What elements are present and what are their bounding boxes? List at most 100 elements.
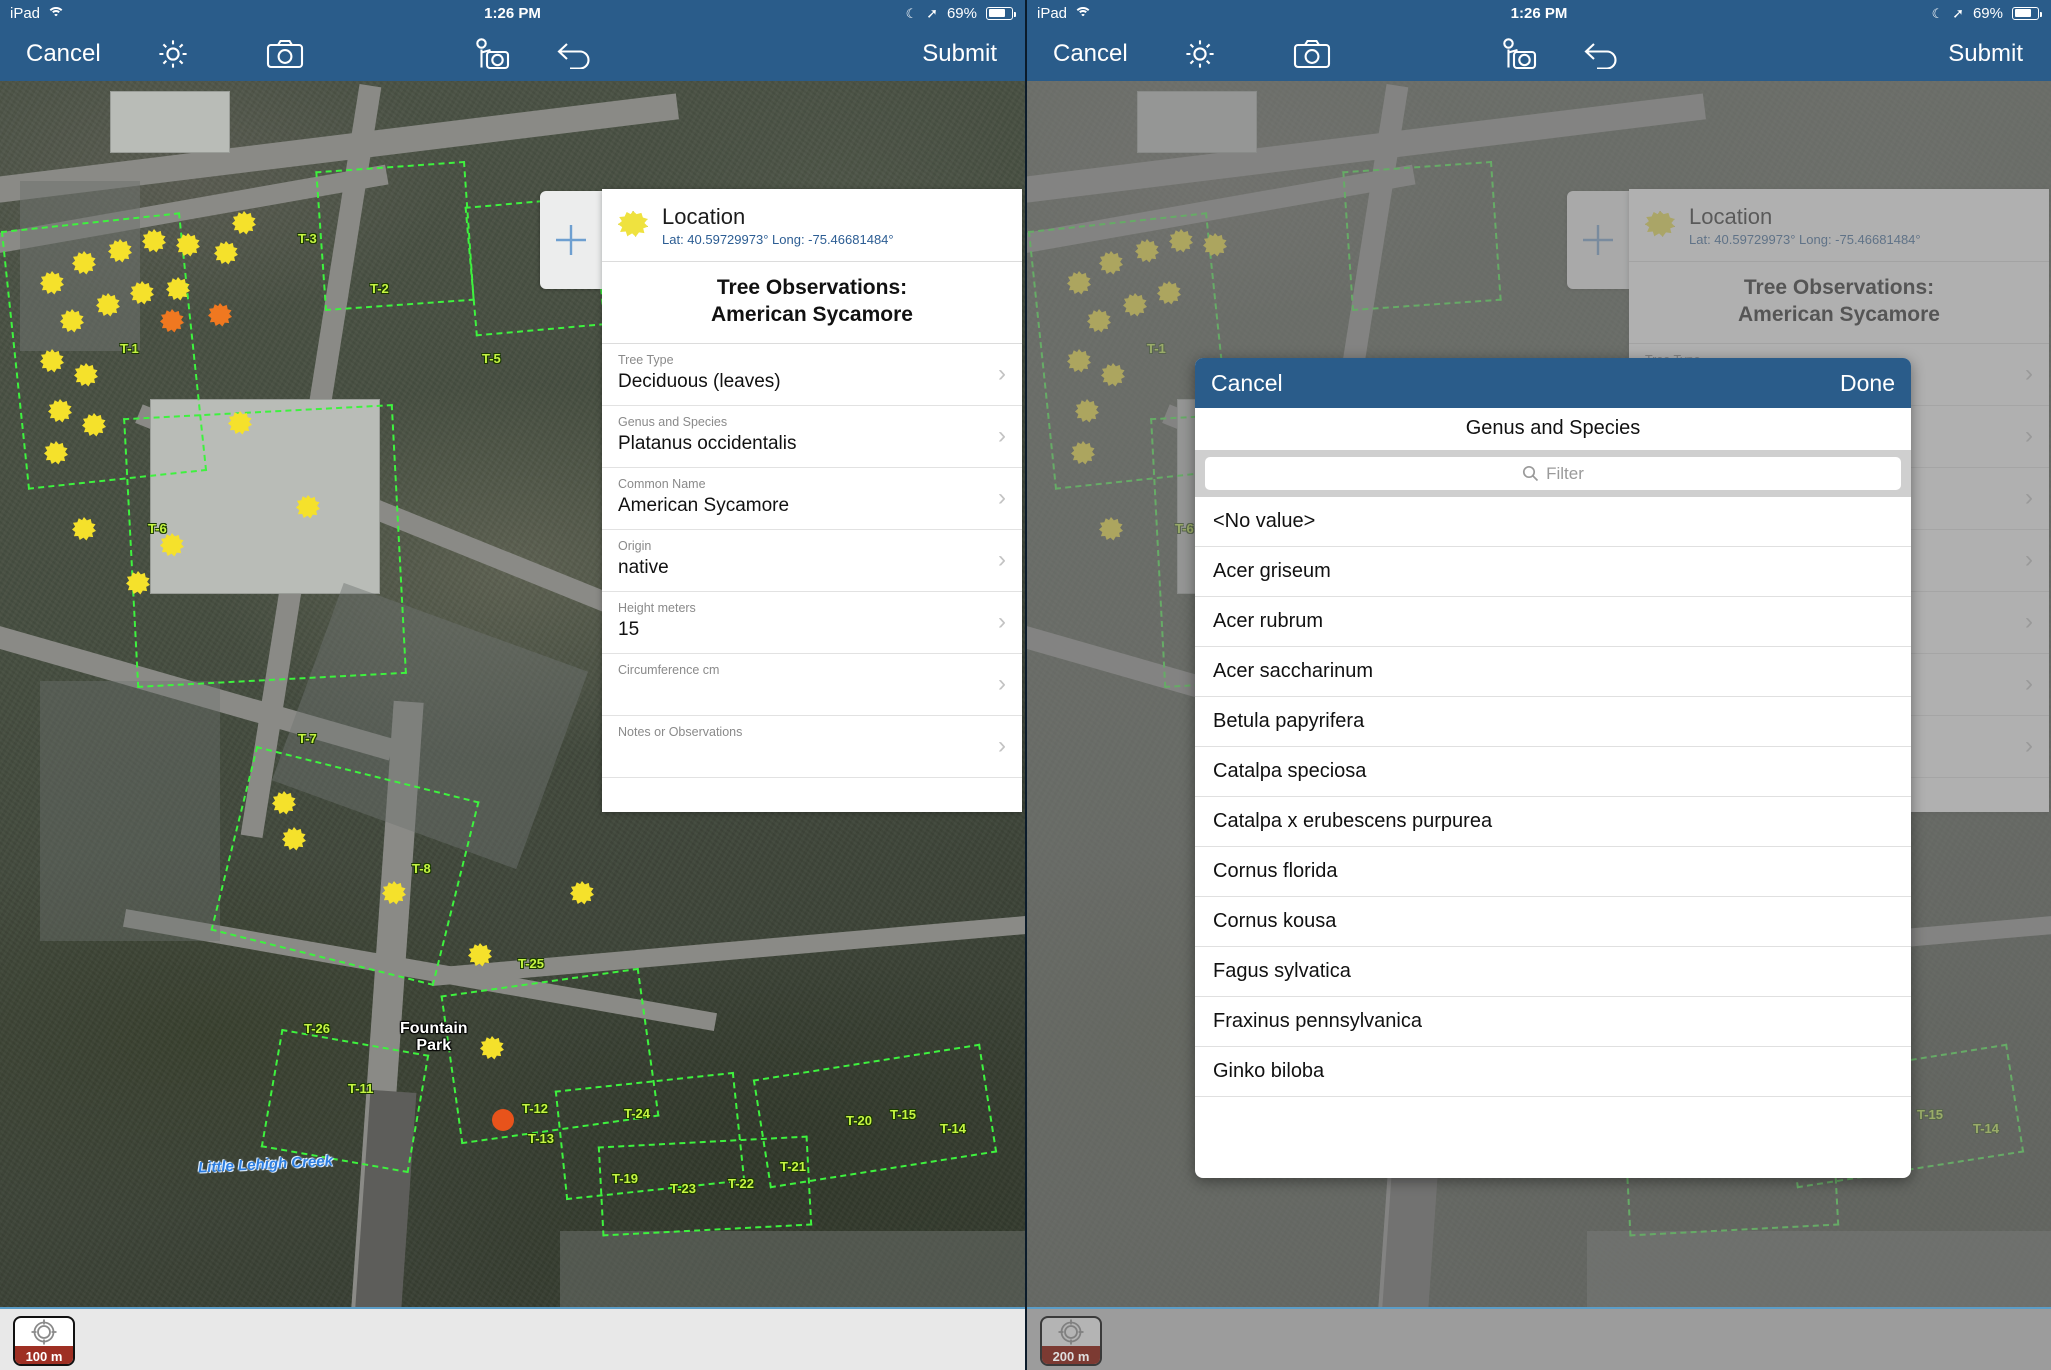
list-item[interactable]: Catalpa x erubescens purpurea xyxy=(1195,797,1911,847)
cancel-button[interactable]: Cancel xyxy=(12,40,115,68)
parcel-label: T-6 xyxy=(148,521,167,536)
parcel-label: T-12 xyxy=(522,1101,549,1116)
field-common-name[interactable]: Common Name American Sycamore › xyxy=(602,468,1022,530)
chevron-right-icon: › xyxy=(998,732,1006,760)
scale-label: 100 m xyxy=(15,1346,73,1364)
parcel-polygon[interactable] xyxy=(315,160,475,312)
list-item[interactable]: Acer saccharinum xyxy=(1195,647,1911,697)
parcel-label: T-20 xyxy=(846,1113,873,1128)
parcel-label: T-25 xyxy=(518,956,545,971)
list-item[interactable]: Fagus sylvatica xyxy=(1195,947,1911,997)
gear-icon[interactable] xyxy=(150,34,196,74)
building xyxy=(110,91,230,153)
camera-icon[interactable] xyxy=(1289,34,1335,74)
field-tree-type[interactable]: Tree Type Deciduous (leaves) › xyxy=(602,344,1022,406)
list-item[interactable]: Ginko biloba xyxy=(1195,1047,1911,1097)
selected-observation-point[interactable] xyxy=(492,1109,514,1131)
right-panel: iPad 1:26 PM ☾ ➚ 69% Cancel Submit Cance… xyxy=(1025,0,2051,1370)
field-label: Genus and Species xyxy=(618,414,728,429)
chevron-right-icon: › xyxy=(998,608,1006,636)
list-item[interactable]: Cornus kousa xyxy=(1195,897,1911,947)
person-photo-icon[interactable] xyxy=(468,34,514,74)
battery-icon xyxy=(986,6,1016,20)
list-item[interactable]: Acer rubrum xyxy=(1195,597,1911,647)
field-value: Platanus occidentalis xyxy=(618,433,797,455)
filter-input[interactable]: Filter xyxy=(1205,457,1901,490)
parcel-label: T-3 xyxy=(298,231,317,246)
parcel-polygon[interactable] xyxy=(597,1135,813,1237)
field-label: Height meters xyxy=(618,600,696,615)
list-item[interactable]: <No value> xyxy=(1195,497,1911,547)
chevron-right-icon: › xyxy=(998,422,1006,450)
list-item[interactable]: Betula papyrifera xyxy=(1195,697,1911,747)
list-item[interactable]: Catalpa speciosa xyxy=(1195,747,1911,797)
field-label: Common Name xyxy=(618,476,706,491)
field-label: Origin xyxy=(618,538,652,553)
status-bar-time: 1:26 PM xyxy=(1510,4,1568,22)
add-point-tab[interactable] xyxy=(540,191,602,289)
location-coordinates: Lat: 40.59729973° Long: -75.46681484° xyxy=(662,232,894,248)
field-label: Circumference cm xyxy=(618,662,720,677)
record-title-line2: American Sycamore xyxy=(711,303,913,327)
field-genus-and-species[interactable]: Genus and Species Platanus occidentalis … xyxy=(602,406,1022,468)
undo-arrow-icon[interactable] xyxy=(1579,34,1625,74)
toolbar-right: Cancel Submit xyxy=(1027,26,2051,81)
field-circumference-cm[interactable]: Circumference cm › xyxy=(602,654,1022,716)
toolbar-icon-group xyxy=(1027,34,2051,74)
person-photo-icon[interactable] xyxy=(1495,34,1541,74)
field-value: Deciduous (leaves) xyxy=(618,371,781,393)
field-origin[interactable]: Origin native › xyxy=(602,530,1022,592)
scale-button-left[interactable]: 100 m xyxy=(13,1316,75,1366)
parcel-label: T-24 xyxy=(624,1106,651,1121)
plus-icon xyxy=(556,225,586,255)
parcel-label: T-1 xyxy=(120,341,139,356)
map-view-left[interactable]: T-1 T-2 T-3 T-4 T-5 T-6 T-7 T-8 T-25 T-2… xyxy=(0,81,1025,1307)
list-item[interactable]: Fraxinus pennsylvanica xyxy=(1195,997,1911,1047)
status-bar-right: iPad 1:26 PM ☾ ➚ 69% xyxy=(1027,0,2051,26)
parcel-label: T-26 xyxy=(304,1021,331,1036)
parcel-label: T-23 xyxy=(670,1181,697,1196)
picker-list[interactable]: <No value> Acer griseum Acer rubrum Acer… xyxy=(1195,497,1911,1097)
list-item[interactable]: Cornus florida xyxy=(1195,847,1911,897)
picker-toolbar: Cancel Done xyxy=(1195,358,1911,408)
submit-button[interactable]: Submit xyxy=(1934,40,2037,68)
picker-done-button[interactable]: Done xyxy=(1840,370,1895,397)
field-value: native xyxy=(618,557,669,579)
form-card-footer xyxy=(602,777,1022,812)
undo-arrow-icon[interactable] xyxy=(552,34,598,74)
cancel-button[interactable]: Cancel xyxy=(1039,40,1142,68)
location-arrow-icon: ➚ xyxy=(1952,5,1964,21)
dual-screenshot: iPad 1:26 PM ☾ ➚ 69% Cancel Submit T-1 T… xyxy=(0,0,2051,1370)
gps-target-icon xyxy=(15,1318,73,1346)
status-bar-left: iPad 1:26 PM ☾ ➚ 69% xyxy=(0,0,1025,26)
toolbar-left: Cancel Submit xyxy=(0,26,1025,81)
status-bar-right-group: ☾ ➚ 69% xyxy=(1932,5,2051,22)
submit-button[interactable]: Submit xyxy=(908,40,1011,68)
picker-filter-wrap: Filter xyxy=(1195,450,1911,497)
chevron-right-icon: › xyxy=(998,546,1006,574)
gear-icon[interactable] xyxy=(1177,34,1223,74)
field-height-meters[interactable]: Height meters 15 › xyxy=(602,592,1022,654)
scale-button-right[interactable]: 200 m xyxy=(1040,1316,1102,1366)
map-view-right[interactable]: T-1 T-6 T-20 T-15 T-14 T-21 xyxy=(1027,81,2051,1307)
park-label: Fountain Park xyxy=(400,1020,468,1055)
moon-icon: ☾ xyxy=(1931,5,1944,21)
field-label: Tree Type xyxy=(618,352,674,367)
list-item[interactable]: Acer griseum xyxy=(1195,547,1911,597)
status-bar-time: 1:26 PM xyxy=(484,4,541,22)
chevron-right-icon: › xyxy=(998,360,1006,388)
observation-form-card: Location Lat: 40.59729973° Long: -75.466… xyxy=(602,189,1022,812)
bottom-bar-left: 100 m xyxy=(0,1307,1025,1370)
chevron-right-icon: › xyxy=(998,670,1006,698)
field-notes-or-observations[interactable]: Notes or Observations › xyxy=(602,716,1022,778)
parking-lot xyxy=(40,681,220,941)
scale-label: 200 m xyxy=(1042,1346,1100,1364)
picker-cancel-button[interactable]: Cancel xyxy=(1211,370,1283,397)
toolbar-icon-group xyxy=(0,34,1025,74)
parcel-label: T-22 xyxy=(728,1176,755,1191)
picker-title: Genus and Species xyxy=(1195,408,1911,450)
camera-icon[interactable] xyxy=(262,34,308,74)
park-label-line2: Park xyxy=(416,1036,452,1054)
location-title: Location xyxy=(662,204,746,229)
bottom-bar-right: 200 m xyxy=(1027,1307,2051,1370)
